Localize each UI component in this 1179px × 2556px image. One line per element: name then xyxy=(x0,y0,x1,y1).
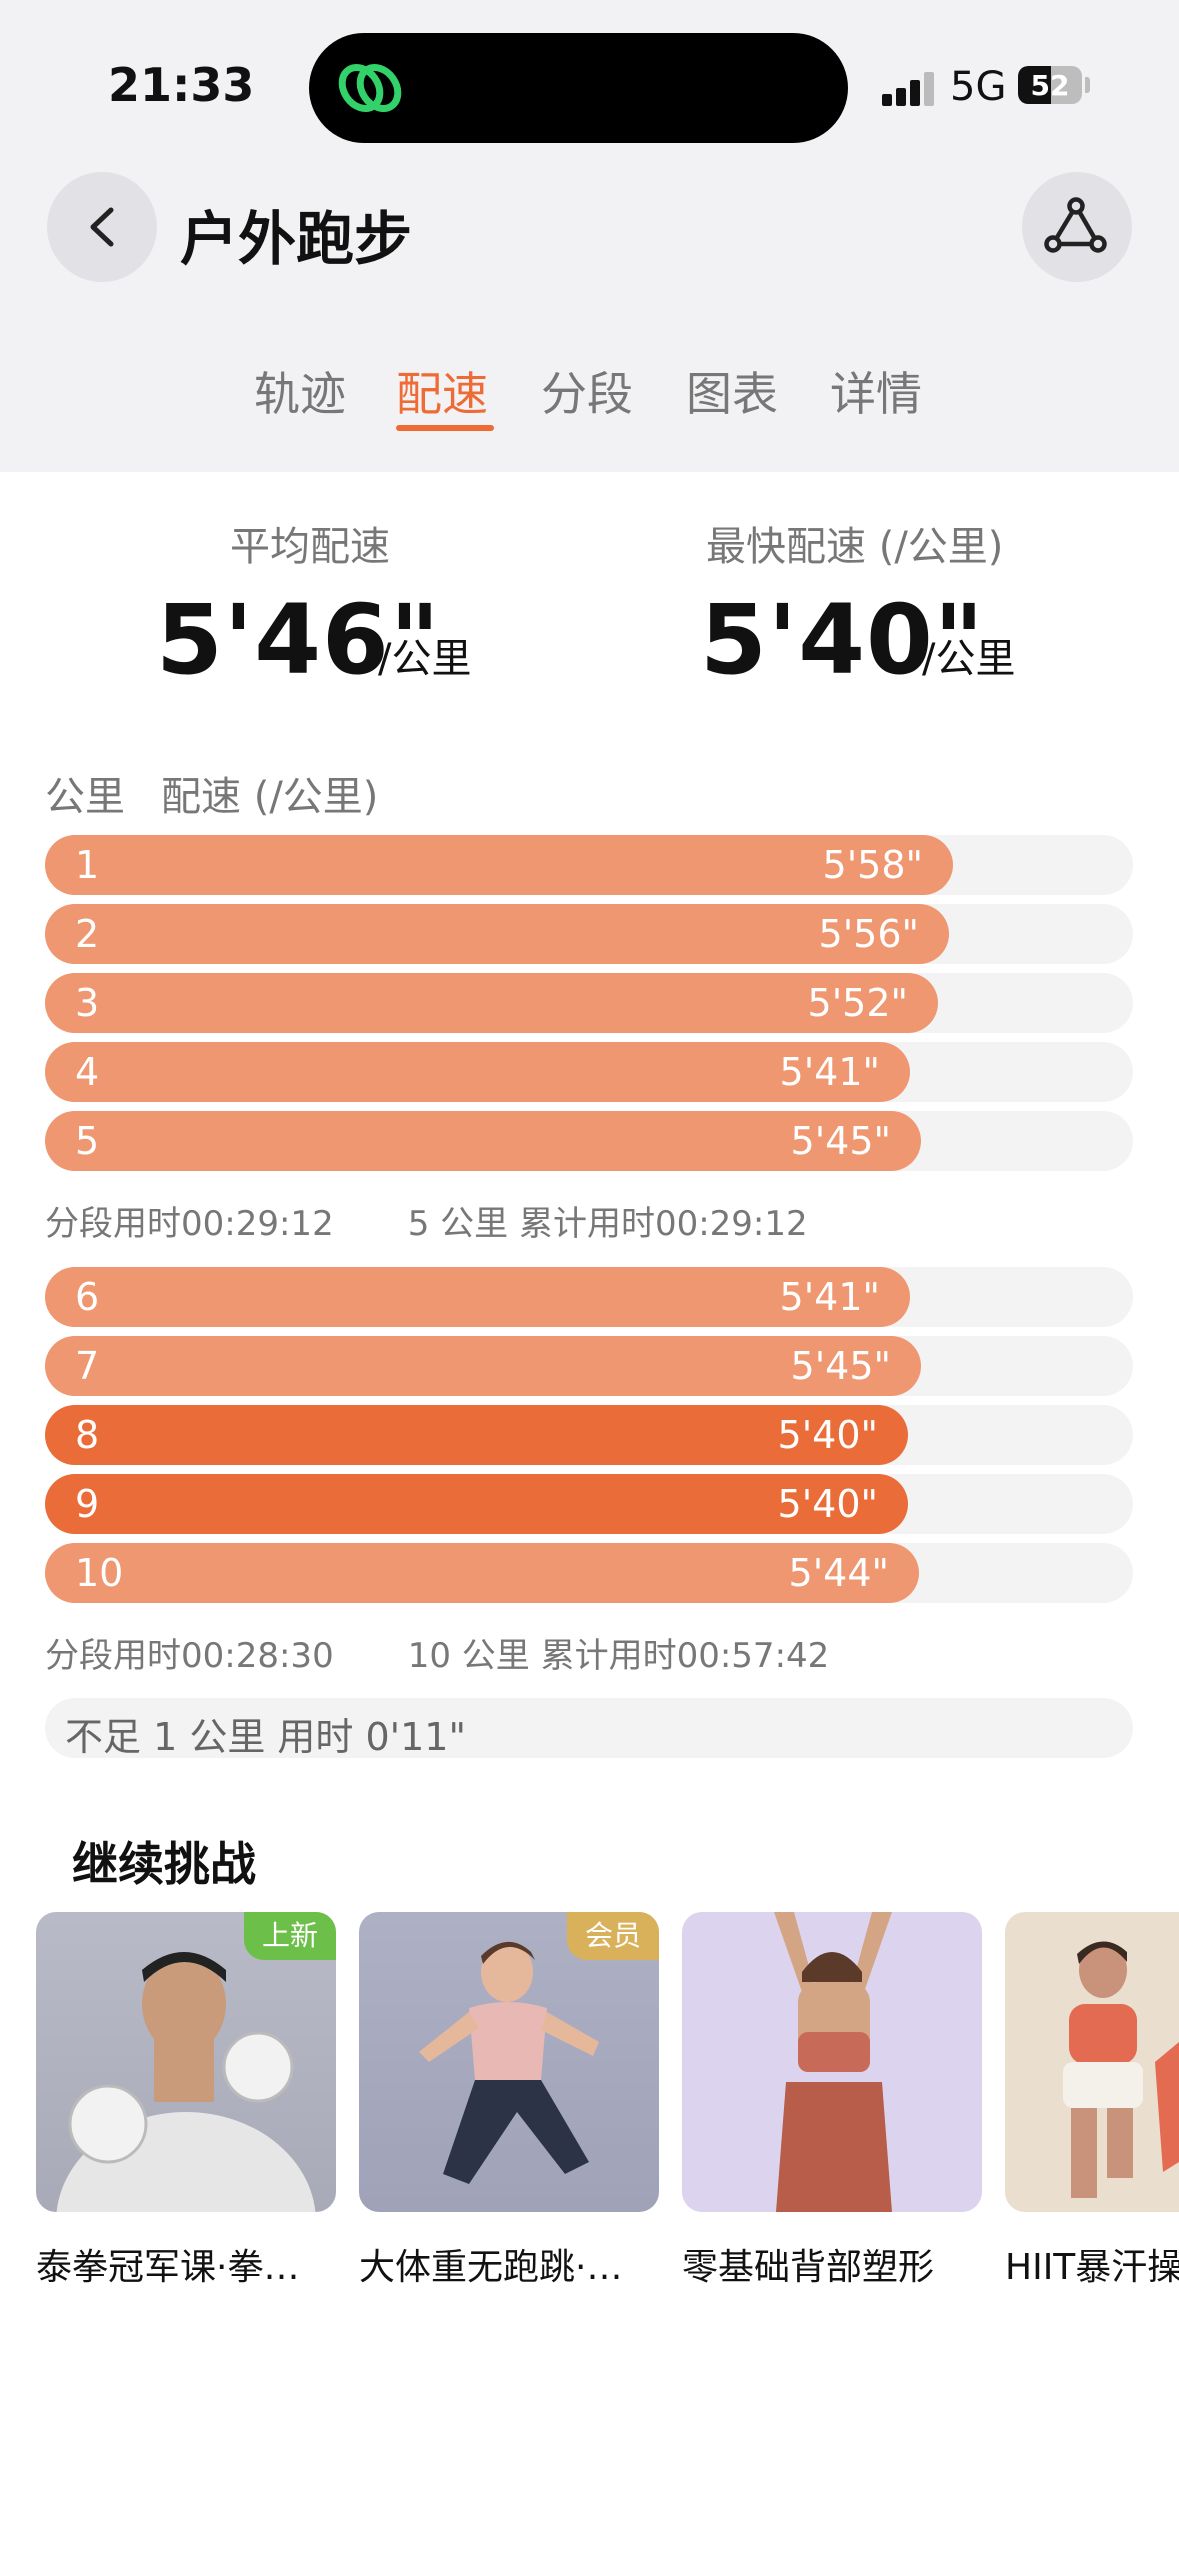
dynamic-island xyxy=(309,33,848,143)
remainder-row: 不足 1 公里 用时 0'11" xyxy=(45,1698,1133,1759)
split-km: 2 xyxy=(75,912,100,956)
course-card-4[interactable] xyxy=(1005,1912,1179,2212)
split-pace: 5'41" xyxy=(779,1275,880,1319)
course-title-3[interactable]: 零基础背部塑形 xyxy=(682,2238,982,2290)
segment-summary-1: 分段用时00:29:12 5 公里 累计用时00:29:12 xyxy=(45,1196,808,1245)
course-title-4[interactable]: HIIT暴汗操 xyxy=(1005,2238,1179,2290)
split-row-1: 1 5'58" xyxy=(45,835,1133,895)
tab-segments[interactable]: 分段 xyxy=(541,358,633,424)
split-pace: 5'56" xyxy=(818,912,919,956)
route-button[interactable] xyxy=(1022,172,1132,282)
avg-pace-unit: /公里 xyxy=(378,636,472,682)
split-km: 4 xyxy=(75,1050,100,1094)
back-button[interactable] xyxy=(47,172,157,282)
course-title-2[interactable]: 大体重无跑跳·… xyxy=(359,2238,659,2290)
split-km: 10 xyxy=(75,1551,124,1595)
split-pace: 5'45" xyxy=(790,1344,891,1388)
battery-tip xyxy=(1085,77,1090,93)
split-pace: 5'58" xyxy=(822,843,923,887)
fastest-pace-unit: /公里 xyxy=(922,636,1016,682)
pace-column-header: 配速 (/公里) xyxy=(161,774,379,820)
tab-active-indicator xyxy=(396,425,494,431)
course-title-1[interactable]: 泰拳冠军课·拳… xyxy=(36,2238,336,2290)
split-row-3: 3 5'52" xyxy=(45,973,1133,1033)
hiit-image xyxy=(1063,1941,1179,2198)
course-card-1[interactable]: 上新 xyxy=(36,1912,336,2212)
battery-icon: 52 xyxy=(1018,66,1082,104)
avg-pace-label: 平均配速 xyxy=(230,524,390,570)
back-training-image xyxy=(774,1912,892,2212)
split-pace: 5'41" xyxy=(779,1050,880,1094)
tab-pace[interactable]: 配速 xyxy=(396,358,488,424)
segment-summary-2: 分段用时00:28:30 10 公里 累计用时00:57:42 xyxy=(45,1628,829,1677)
cellular-signal-icon xyxy=(882,68,938,106)
split-km: 6 xyxy=(75,1275,100,1319)
split-km: 3 xyxy=(75,981,100,1025)
challenge-title: 继续挑战 xyxy=(72,1837,256,1891)
split-row-5: 5 5'45" xyxy=(45,1111,1133,1171)
split-row-6: 6 5'41" xyxy=(45,1267,1133,1327)
split-row-2: 2 5'56" xyxy=(45,904,1133,964)
tab-track[interactable]: 轨迹 xyxy=(254,358,346,424)
split-pace: 5'44" xyxy=(788,1551,889,1595)
split-km: 5 xyxy=(75,1119,100,1163)
status-time: 21:33 xyxy=(108,58,255,112)
split-row-4: 4 5'41" xyxy=(45,1042,1133,1102)
tab-details[interactable]: 详情 xyxy=(830,358,922,424)
course-card-2[interactable]: 会员 xyxy=(359,1912,659,2212)
split-row-8: 8 5'40" xyxy=(45,1405,1133,1465)
pace-bar xyxy=(45,973,938,1033)
remainder-text: 不足 1 公里 用时 0'11" xyxy=(65,1715,466,1759)
new-badge: 上新 xyxy=(243,1912,336,1960)
split-row-9: 9 5'40" xyxy=(45,1474,1133,1534)
split-km: 8 xyxy=(75,1413,100,1457)
route-icon xyxy=(1044,197,1107,253)
pace-bar xyxy=(45,835,953,895)
battery-level: 52 xyxy=(1030,69,1070,102)
km-column-header: 公里 xyxy=(45,774,125,820)
segment-time: 分段用时00:29:12 xyxy=(45,1204,334,1244)
split-row-7: 7 5'45" xyxy=(45,1336,1133,1396)
split-row-10: 10 5'44" xyxy=(45,1543,1133,1603)
page-title: 户外跑步 xyxy=(180,205,413,273)
member-badge: 会员 xyxy=(566,1912,659,1960)
split-pace: 5'45" xyxy=(790,1119,891,1163)
split-km: 1 xyxy=(75,843,100,887)
tab-charts[interactable]: 图表 xyxy=(686,358,778,424)
cumulative-time: 5 公里 累计用时00:29:12 xyxy=(407,1204,808,1244)
splits-header: 公里 配速 (/公里) xyxy=(45,764,414,822)
course-card-3[interactable] xyxy=(682,1912,982,2212)
chevron-left-icon xyxy=(90,207,114,247)
split-pace: 5'40" xyxy=(777,1413,878,1457)
fastest-pace-label: 最快配速 (/公里) xyxy=(706,524,1004,570)
segment-time: 分段用时00:28:30 xyxy=(45,1636,334,1676)
split-pace: 5'40" xyxy=(777,1482,878,1526)
split-km: 9 xyxy=(75,1482,100,1526)
split-pace: 5'52" xyxy=(807,981,908,1025)
network-type: 5G xyxy=(950,64,1007,110)
split-km: 7 xyxy=(75,1344,100,1388)
cumulative-time: 10 公里 累计用时00:57:42 xyxy=(407,1636,830,1676)
app-activity-icon xyxy=(338,64,402,112)
pace-bar xyxy=(45,904,949,964)
